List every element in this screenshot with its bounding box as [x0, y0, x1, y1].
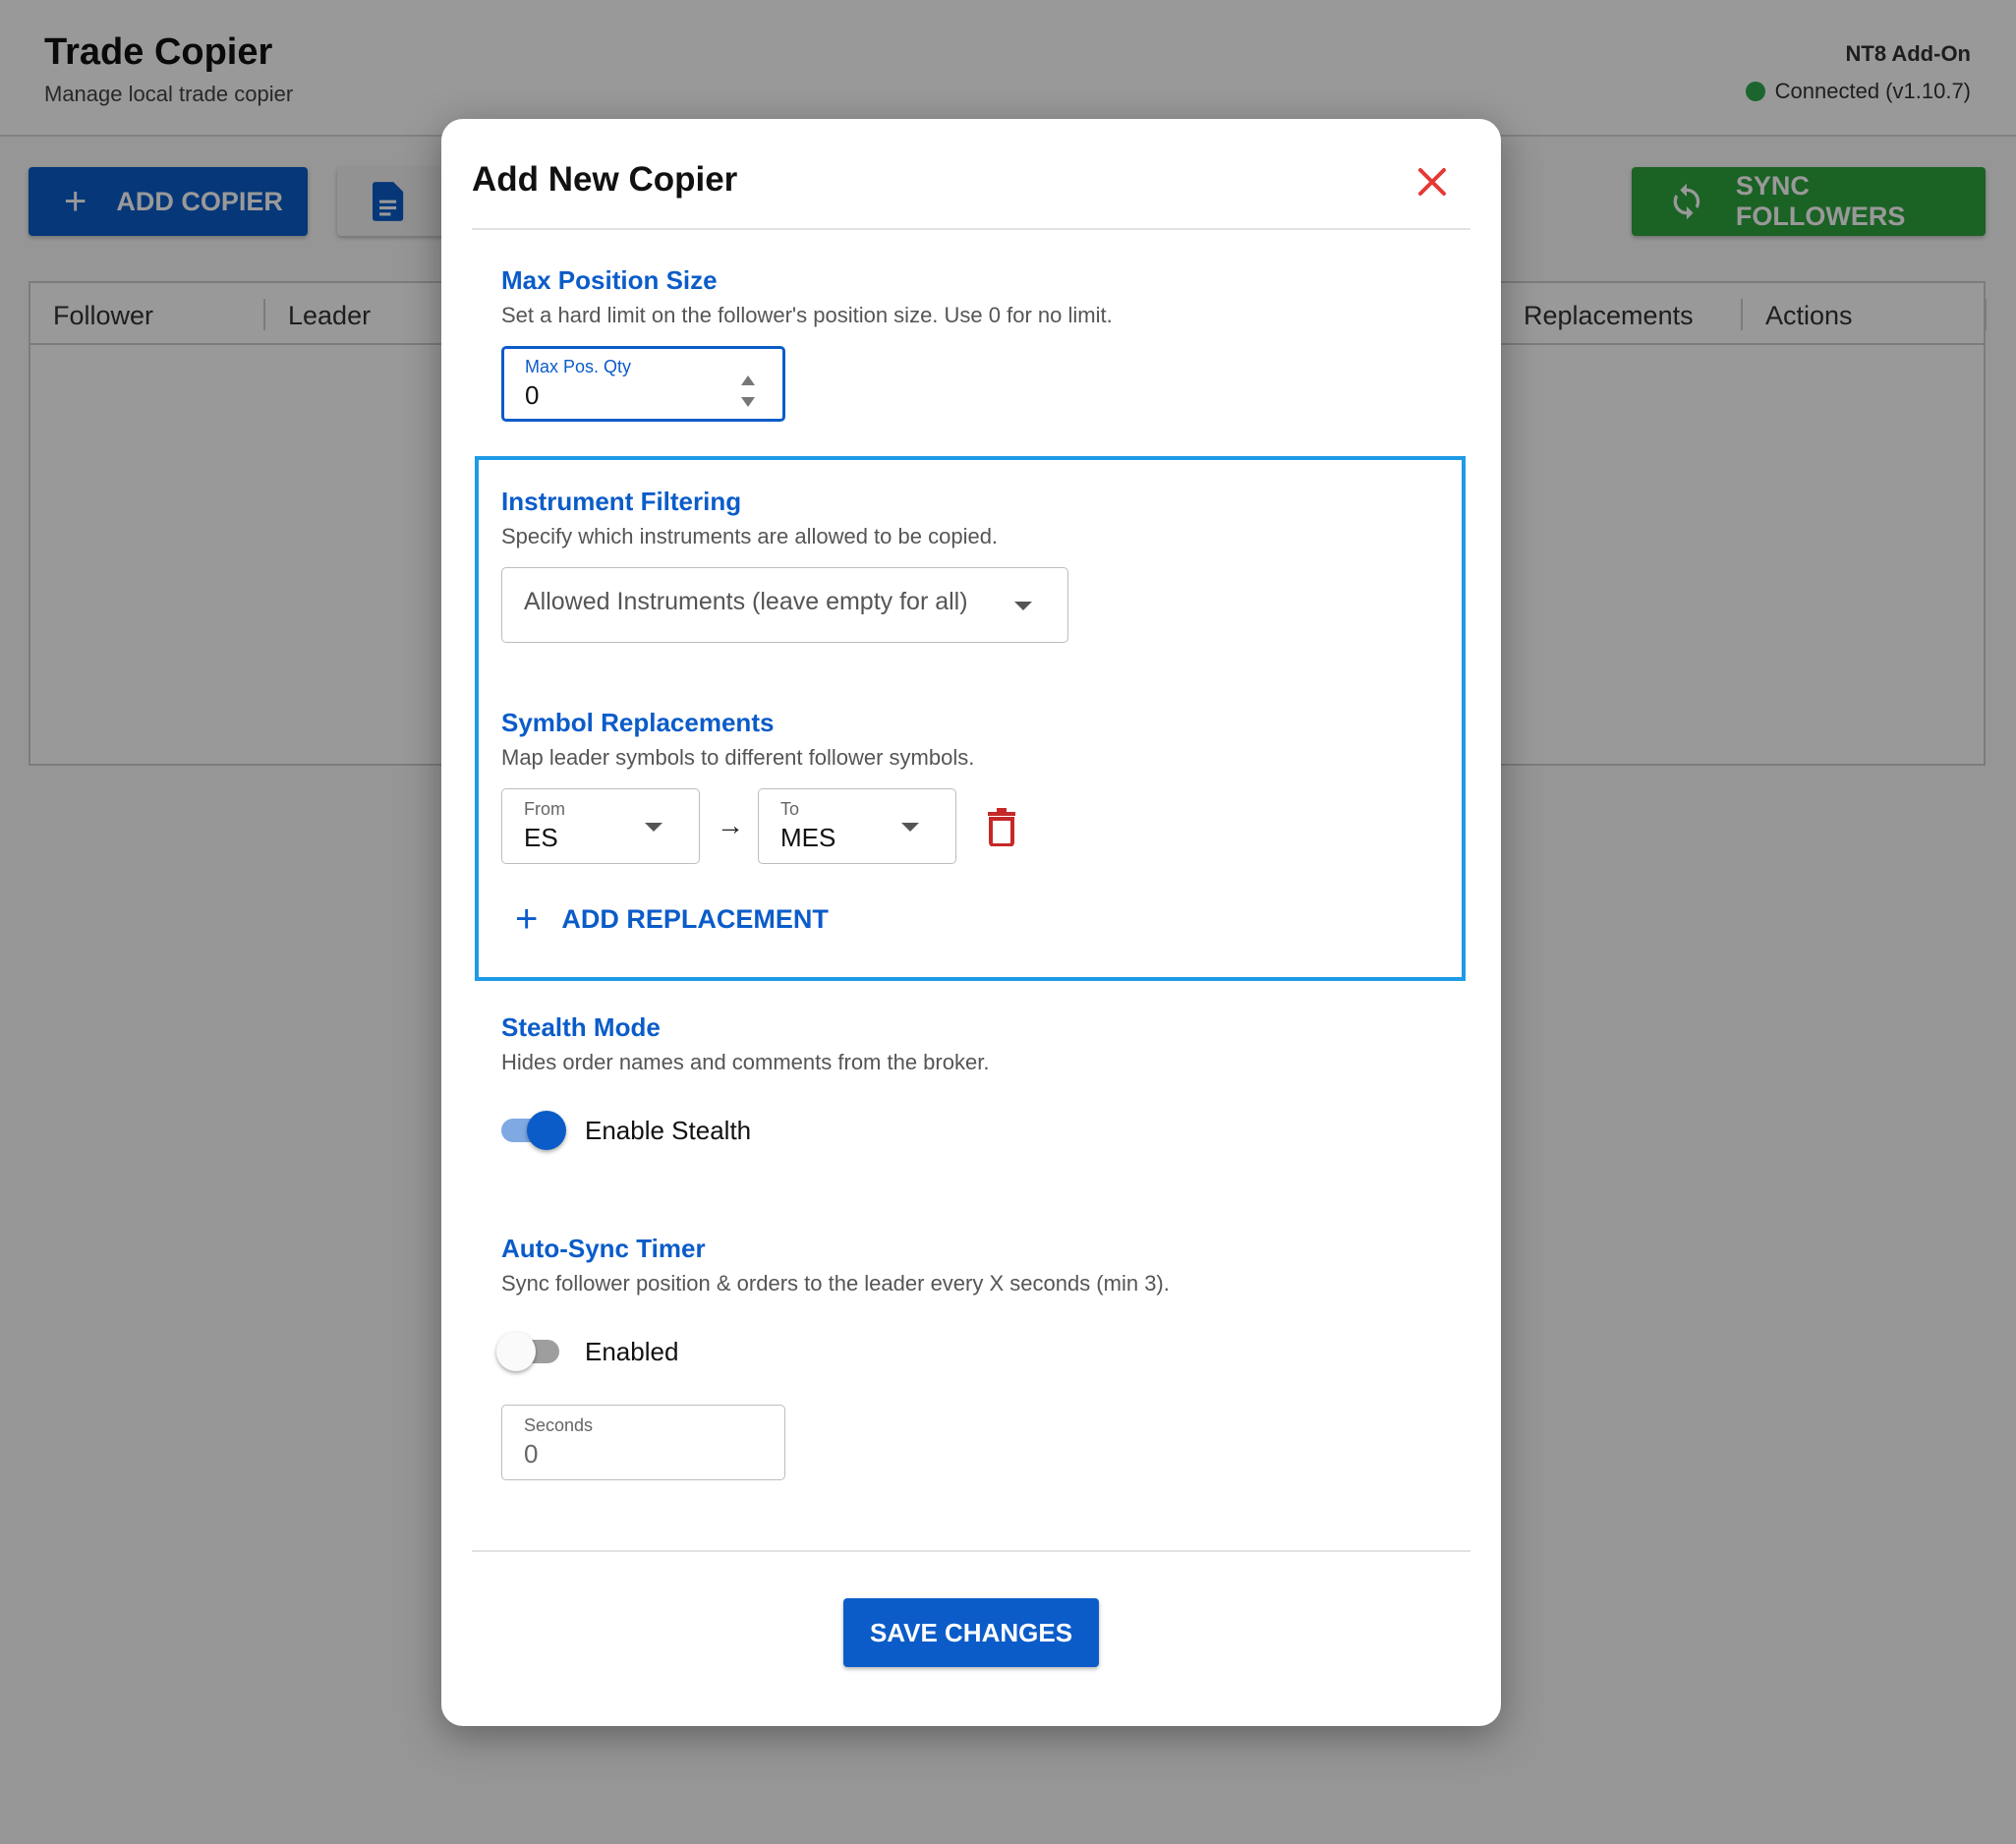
- header-divider: [472, 228, 1470, 230]
- max-pos-qty-label: Max Pos. Qty: [525, 357, 632, 376]
- seconds-input[interactable]: Seconds 0: [501, 1405, 785, 1480]
- add-replacement-label: ADD REPLACEMENT: [561, 903, 829, 934]
- toggle-knob: [527, 1111, 566, 1150]
- max-position-description: Set a hard limit on the follower's posit…: [501, 303, 1113, 327]
- stealth-mode-description: Hides order names and comments from the …: [501, 1050, 990, 1074]
- auto-sync-title: Auto-Sync Timer: [501, 1234, 706, 1263]
- add-replacement-button[interactable]: + ADD REPLACEMENT: [515, 899, 829, 939]
- from-value: ES: [524, 823, 558, 852]
- max-position-title: Max Position Size: [501, 265, 718, 295]
- chevron-down-icon: [901, 823, 919, 832]
- to-label: To: [780, 799, 800, 819]
- chevron-down-icon: [645, 823, 662, 832]
- dialog-title: Add New Copier: [472, 160, 738, 199]
- max-pos-qty-input[interactable]: Max Pos. Qty 0: [501, 346, 785, 422]
- stealth-toggle[interactable]: [499, 1111, 566, 1150]
- stealth-mode-title: Stealth Mode: [501, 1012, 661, 1042]
- auto-sync-toggle[interactable]: [496, 1332, 563, 1371]
- close-icon[interactable]: [1412, 162, 1452, 202]
- allowed-instruments-select[interactable]: Allowed Instruments (leave empty for all…: [501, 567, 1068, 643]
- max-pos-qty-value: 0: [525, 380, 540, 410]
- instrument-filtering-description: Specify which instruments are allowed to…: [501, 524, 999, 548]
- chevron-down-icon: [1014, 602, 1032, 610]
- trash-icon[interactable]: [984, 807, 1019, 846]
- from-label: From: [524, 799, 565, 819]
- seconds-label: Seconds: [524, 1415, 594, 1435]
- mapping-arrow: →: [717, 810, 744, 840]
- spin-up-icon[interactable]: [741, 375, 755, 385]
- stealth-toggle-label: Enable Stealth: [585, 1116, 752, 1145]
- number-spinner[interactable]: [741, 375, 757, 407]
- seconds-value: 0: [524, 1439, 539, 1469]
- auto-sync-description: Sync follower position & orders to the l…: [501, 1271, 1170, 1296]
- toggle-knob: [496, 1332, 536, 1371]
- replacement-to-select[interactable]: To MES: [758, 788, 956, 864]
- add-copier-dialog: Add New Copier Max Position Size Set a h…: [441, 119, 1501, 1726]
- symbol-replacements-description: Map leader symbols to different follower…: [501, 745, 975, 770]
- auto-sync-toggle-label: Enabled: [585, 1337, 679, 1366]
- instrument-filtering-title: Instrument Filtering: [501, 487, 742, 516]
- spin-down-icon[interactable]: [741, 397, 755, 407]
- footer-divider: [472, 1550, 1470, 1552]
- symbol-replacements-title: Symbol Replacements: [501, 708, 775, 737]
- replacement-from-select[interactable]: From ES: [501, 788, 700, 864]
- to-value: MES: [780, 823, 836, 852]
- save-changes-button[interactable]: SAVE CHANGES: [843, 1598, 1099, 1667]
- plus-icon: +: [515, 897, 539, 941]
- allowed-instruments-placeholder: Allowed Instruments (leave empty for all…: [524, 588, 968, 615]
